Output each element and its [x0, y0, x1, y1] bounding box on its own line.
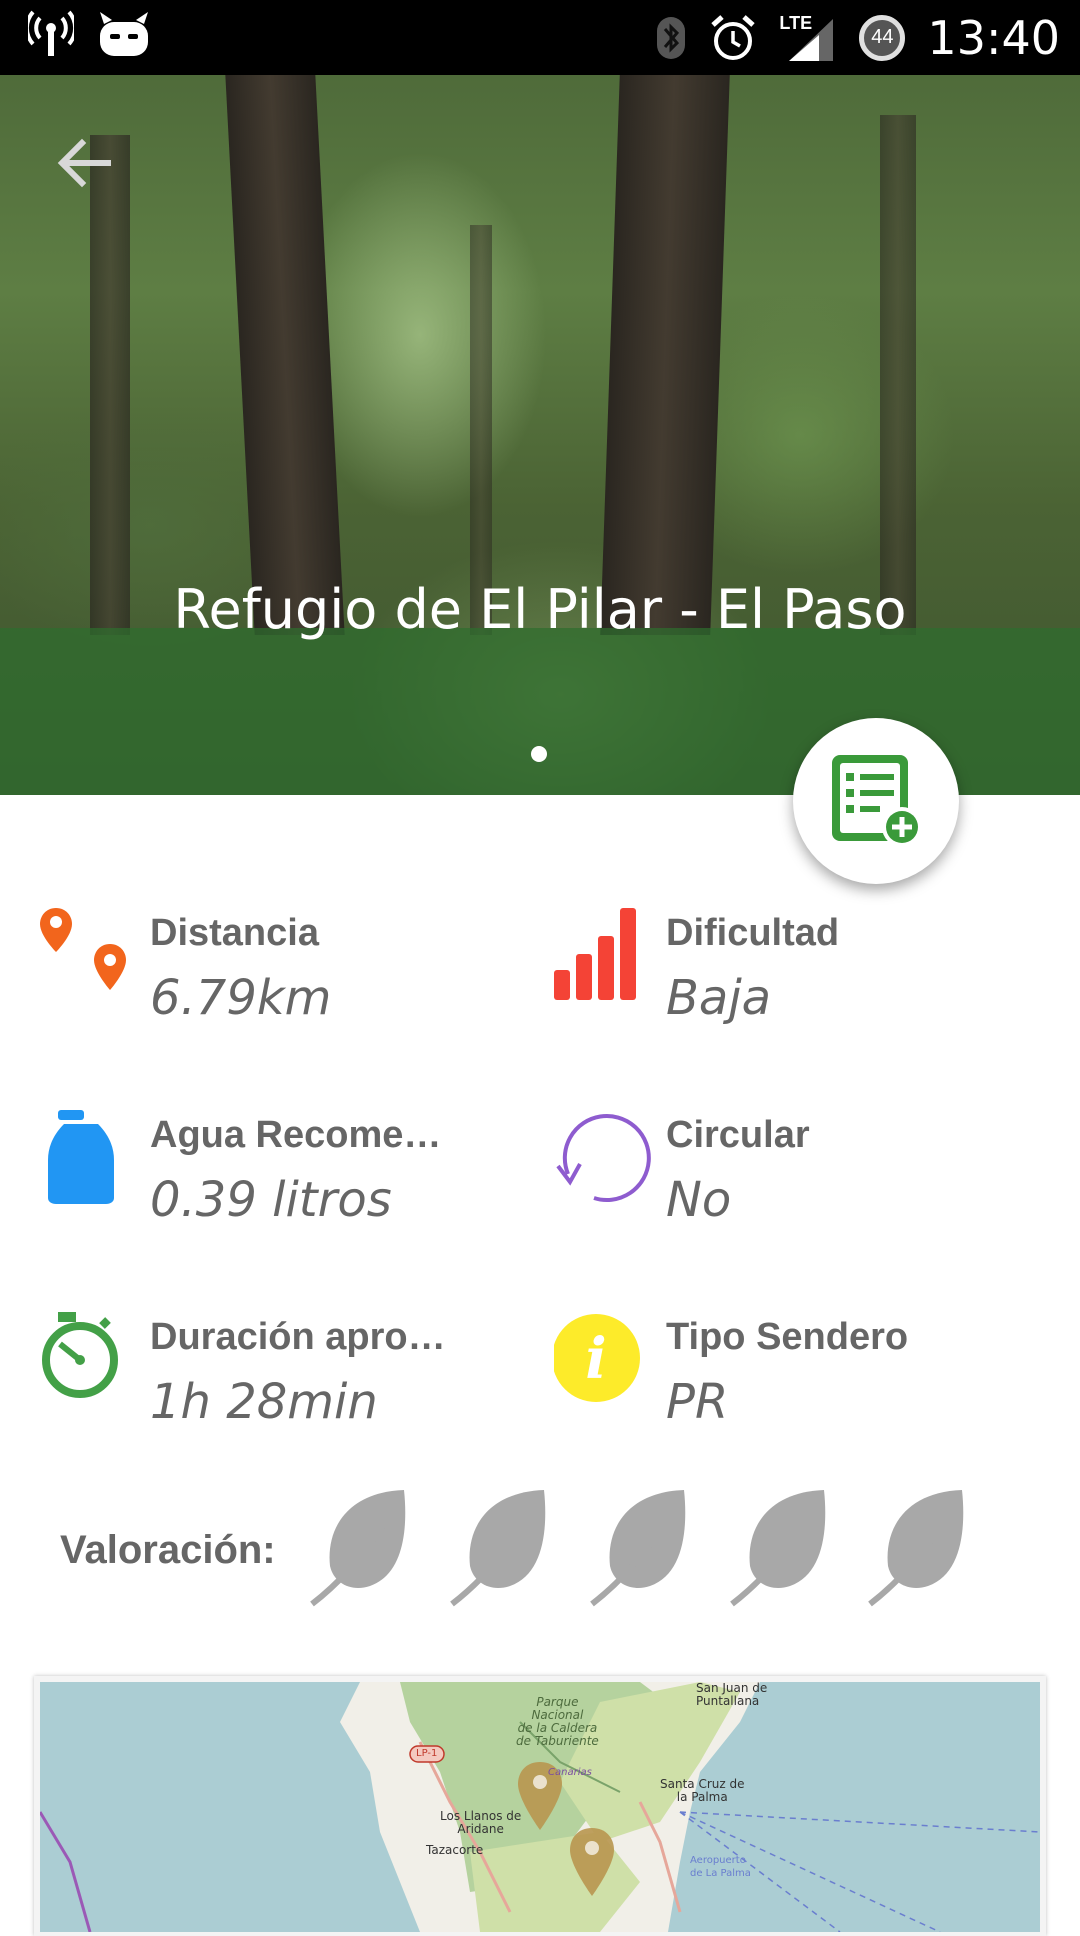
hero-image: [0, 75, 1080, 795]
circular-label: Circular: [666, 1114, 810, 1156]
distance-value: 6.79km: [150, 970, 332, 1026]
clock: 13:40: [927, 10, 1060, 65]
distance-label: Distancia: [150, 912, 319, 954]
circular-arrow-icon: [556, 1114, 651, 1202]
rating-label: Valoración:: [60, 1528, 276, 1572]
tree-trunk: [880, 115, 916, 635]
map-card[interactable]: Parque Nacional de la Caldera de Taburie…: [34, 1676, 1046, 1936]
status-bar: LTE 44 13:40: [0, 0, 1080, 75]
battery-icon: 44: [859, 14, 906, 61]
status-left: [28, 10, 152, 60]
trail-type-info: i Tipo Sendero PR: [554, 1304, 974, 1430]
status-right: LTE 44 13:40: [655, 0, 1060, 75]
water-bottle-icon: [48, 1110, 114, 1204]
duration-value: 1h 28min: [150, 1374, 378, 1430]
difficulty-bars-icon: [554, 908, 636, 1000]
trail-type-label: Tipo Sendero: [666, 1316, 909, 1358]
tree-trunk: [600, 75, 730, 635]
map-label-airport: Aeropuerto de La Palma: [690, 1855, 751, 1879]
trail-map[interactable]: Parque Nacional de la Caldera de Taburie…: [40, 1682, 1040, 1932]
wireless-signal-icon: [28, 10, 74, 56]
map-label-santa-cruz: Santa Cruz de la Palma: [660, 1777, 745, 1804]
add-to-list-button[interactable]: [793, 718, 959, 884]
tree-trunk: [470, 225, 492, 635]
pager-indicator[interactable]: [531, 746, 547, 762]
list-add-icon: [832, 755, 922, 847]
back-arrow-icon[interactable]: [50, 128, 120, 198]
stopwatch-icon: [42, 1312, 118, 1398]
circular-info: Circular No: [554, 1102, 974, 1228]
distance-info: Distancia 6.79km: [38, 900, 458, 1026]
battery-level: 44: [871, 26, 894, 48]
map-label-road: LP-1: [416, 1748, 438, 1759]
map-label-park: Parque Nacional de la Caldera de Taburie…: [516, 1695, 599, 1748]
difficulty-value: Baja: [666, 970, 772, 1026]
circular-value: No: [666, 1172, 732, 1228]
map-label-tazacorte: Tazacorte: [426, 1843, 484, 1857]
svg-text:i: i: [585, 1326, 606, 1392]
map-pins-icon: [40, 908, 126, 990]
leaf-icon[interactable]: [728, 1488, 838, 1610]
map-label-los-llanos: Los Llanos de Aridane: [440, 1809, 522, 1836]
info-icon: i: [554, 1314, 640, 1402]
trail-title: Refugio de El Pilar - El Paso: [173, 578, 907, 641]
lte-signal-icon: LTE: [779, 13, 837, 63]
duration-label: Duración aproximada: [150, 1316, 450, 1358]
difficulty-info: Dificultad Baja: [554, 900, 974, 1026]
water-label: Agua Recomendada: [150, 1114, 450, 1156]
water-info: Agua Recomendada 0.39 litros: [38, 1102, 458, 1228]
alarm-icon: [711, 14, 756, 60]
difficulty-label: Dificultad: [666, 912, 840, 954]
map-label-canarias: Canarias: [548, 1767, 592, 1778]
leaf-icon[interactable]: [448, 1488, 558, 1610]
water-value: 0.39 litros: [150, 1172, 392, 1228]
leaf-icon[interactable]: [308, 1488, 418, 1610]
map-label-san-juan: San Juan de Puntallana: [696, 1682, 768, 1708]
trail-type-value: PR: [666, 1374, 729, 1430]
bluetooth-icon: [657, 16, 686, 59]
tree-trunk: [225, 75, 345, 635]
leaf-icon[interactable]: [588, 1488, 698, 1610]
duration-info: Duración aproximada 1h 28min: [38, 1304, 458, 1430]
tree-trunk: [90, 135, 130, 635]
leaf-icon[interactable]: [866, 1488, 976, 1610]
cyanogenmod-icon: [100, 12, 148, 56]
